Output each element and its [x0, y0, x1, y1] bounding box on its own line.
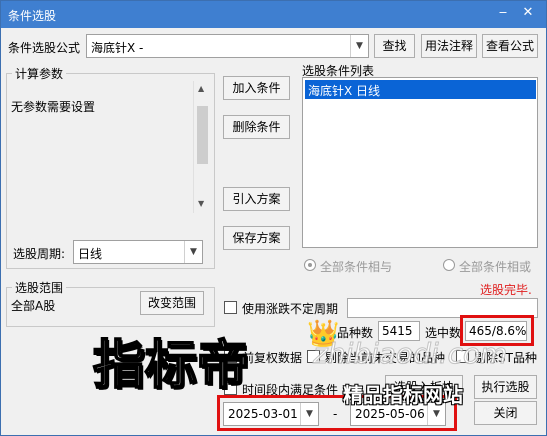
status-text: 选股完毕.: [480, 283, 532, 297]
import-plan-button[interactable]: 引入方案: [223, 187, 290, 211]
period-label: 选股周期:: [13, 247, 66, 261]
scroll-thumb[interactable]: [197, 106, 208, 164]
use-uncertain-limit-label: 使用涨跌不定周期: [242, 302, 339, 316]
formula-label: 条件选股公式: [8, 41, 81, 55]
period-select[interactable]: 日线 ▼: [73, 240, 203, 264]
minimize-button[interactable]: ‒: [494, 5, 512, 23]
add-condition-button[interactable]: 加入条件: [223, 76, 290, 100]
condition-stock-selection-window: 条件选股 ‒ ✕ 条件选股公式 海底针X - ▼ 查找 用法注释 查看公式 计算…: [0, 0, 547, 436]
formula-value: 海底针X -: [91, 41, 144, 55]
window-title: 条件选股: [8, 9, 57, 23]
all-or-radio[interactable]: [443, 259, 455, 271]
scroll-up-icon[interactable]: ▲: [198, 84, 204, 93]
range-group-title: 选股范围: [12, 279, 67, 296]
view-formula-button[interactable]: 查看公式: [482, 34, 538, 58]
formula-select[interactable]: 海底针X - ▼: [86, 34, 369, 58]
usage-notes-button[interactable]: 用法注释: [421, 34, 477, 58]
use-uncertain-limit-checkbox[interactable]: [224, 301, 237, 314]
params-scrollbar[interactable]: ▲ ▼: [193, 81, 211, 213]
find-button[interactable]: 查找: [374, 34, 415, 58]
params-group-title: 计算参数: [12, 65, 67, 82]
all-and-label: 全部条件相与: [320, 260, 393, 274]
change-range-button[interactable]: 改变范围: [140, 291, 204, 315]
params-text: 无参数需要设置: [11, 100, 96, 114]
title-bar: 条件选股 ‒ ✕: [1, 1, 546, 28]
all-or-label: 全部条件相或: [459, 260, 532, 274]
range-value: 全部A股: [11, 299, 56, 313]
watermark-slogan: 精品指标网站: [343, 383, 463, 407]
condition-list-item[interactable]: 海底针X 日线: [305, 80, 536, 99]
watermark-logo: 指标帝: [92, 335, 250, 397]
period-value: 日线: [78, 247, 103, 261]
condition-list[interactable]: 海底针X 日线: [302, 77, 538, 248]
chevron-down-icon: ▼: [350, 35, 368, 57]
run-selection-button[interactable]: 执行选股: [474, 375, 537, 399]
save-plan-button[interactable]: 保存方案: [223, 226, 290, 250]
close-window-button[interactable]: ✕: [519, 5, 537, 23]
watermark-url: zhibiaodi.com: [312, 337, 508, 371]
chevron-down-icon: ▼: [184, 241, 202, 263]
close-button[interactable]: 关闭: [474, 401, 537, 425]
pre-rights-label: 前复权数据: [242, 351, 303, 365]
delete-condition-button[interactable]: 删除条件: [223, 115, 290, 139]
scroll-down-icon[interactable]: ▼: [198, 199, 204, 208]
all-and-radio[interactable]: [304, 259, 316, 271]
